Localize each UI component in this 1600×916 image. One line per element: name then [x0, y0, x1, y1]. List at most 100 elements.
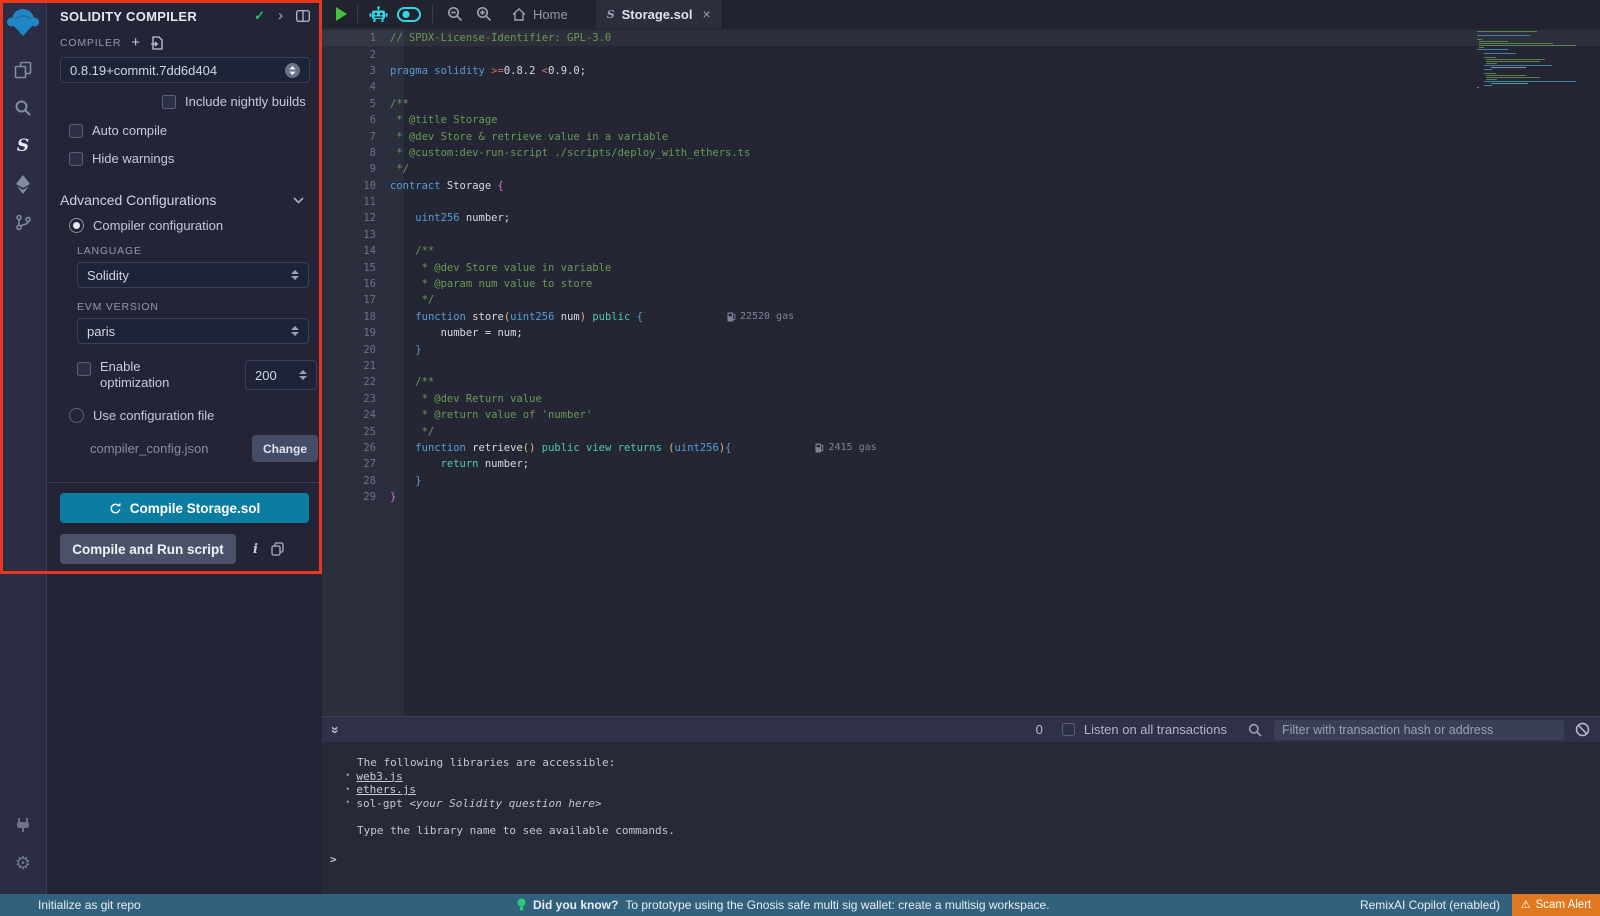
code-line[interactable]: 18 function store(uint256 num) public {2… [322, 309, 1600, 325]
code-line[interactable]: 22 /** [322, 374, 1600, 390]
terminal-line: The following libraries are accessible: [322, 756, 1600, 770]
chevron-right-icon[interactable]: › [278, 10, 283, 22]
main-area: Home S Storage.sol × 1// SPDX-License-Id… [322, 0, 1600, 894]
file-explorer-icon[interactable] [0, 51, 47, 89]
code-line[interactable]: 9 */ [322, 161, 1600, 177]
git-init-button[interactable]: Initialize as git repo [38, 898, 141, 912]
code-line[interactable]: 28 } [322, 473, 1600, 489]
plugin-manager-icon[interactable] [0, 806, 47, 844]
close-tab-icon[interactable]: × [702, 6, 710, 22]
code-line[interactable]: 15 * @dev Store value in variable [322, 259, 1600, 275]
line-number: 21 [322, 360, 376, 372]
code-line[interactable]: 17 */ [322, 292, 1600, 308]
clear-terminal-icon[interactable] [1575, 722, 1590, 737]
code-line[interactable]: 1// SPDX-License-Identifier: GPL-3.0 [322, 30, 1600, 46]
code-line[interactable]: 27 return number; [322, 456, 1600, 472]
code-line[interactable]: 11 [322, 194, 1600, 210]
evm-version-select[interactable]: paris [77, 318, 309, 344]
code-line[interactable]: 16 * @param num value to store [322, 276, 1600, 292]
code-line[interactable]: 8 * @custom:dev-run-script ./scripts/dep… [322, 145, 1600, 161]
search-icon[interactable] [0, 89, 47, 127]
settings-gear-icon[interactable]: ⚙ [0, 844, 47, 882]
terminal-link[interactable]: web3.js [356, 770, 402, 783]
split-view-icon[interactable] [296, 10, 310, 22]
line-number: 7 [322, 131, 376, 143]
code-line[interactable]: 20 } [322, 341, 1600, 357]
code-line[interactable]: 24 * @return value of 'number' [322, 407, 1600, 423]
include-nightly-checkbox[interactable] [162, 95, 176, 109]
collapse-terminal-icon[interactable]: » [328, 726, 344, 734]
lightbulb-icon [517, 898, 526, 912]
terminal-search-icon[interactable] [1248, 723, 1262, 737]
remix-logo[interactable] [6, 7, 40, 39]
add-compiler-icon[interactable]: + [131, 37, 140, 49]
code-line[interactable]: 14 /** [322, 243, 1600, 259]
line-number: 16 [322, 278, 376, 290]
line-number: 27 [322, 458, 376, 470]
load-compiler-file-icon[interactable] [150, 36, 163, 50]
code-line[interactable]: 7 * @dev Store & retrieve value in a var… [322, 128, 1600, 144]
number-stepper-icon [299, 370, 307, 380]
zoom-out-icon[interactable] [447, 6, 463, 22]
line-number: 24 [322, 409, 376, 421]
compile-and-run-button[interactable]: Compile and Run script [60, 534, 236, 564]
line-number: 13 [322, 229, 376, 241]
optimization-runs-input[interactable]: 200 [245, 360, 317, 390]
code-line[interactable]: 2 [322, 46, 1600, 62]
hide-warnings-row: Hide warnings [69, 151, 310, 166]
listen-transactions-checkbox[interactable] [1062, 723, 1075, 736]
line-number: 3 [322, 65, 376, 77]
code-line[interactable]: 25 */ [322, 423, 1600, 439]
change-config-button[interactable]: Change [252, 435, 318, 462]
scam-alert-badge[interactable]: ⚠ Scam Alert [1512, 894, 1600, 916]
code-line[interactable]: 21 [322, 358, 1600, 374]
zoom-in-icon[interactable] [476, 6, 492, 22]
line-number: 11 [322, 196, 376, 208]
code-line[interactable]: 26 function retrieve() public view retur… [322, 440, 1600, 456]
advanced-configurations-header[interactable]: Advanced Configurations [60, 192, 310, 208]
copilot-status[interactable]: RemixAI Copilot (enabled) [1360, 898, 1500, 912]
home-button[interactable]: Home [512, 7, 568, 22]
use-configuration-file-radio-row: Use configuration file [69, 408, 310, 423]
solidity-compiler-icon[interactable]: S [0, 127, 47, 165]
code-line[interactable]: 12 uint256 number; [322, 210, 1600, 226]
info-icon[interactable]: i [253, 542, 258, 557]
terminal-line: Type the library name to see available c… [322, 824, 1600, 838]
copy-icon[interactable] [271, 542, 284, 556]
code-line[interactable]: 5/** [322, 96, 1600, 112]
transaction-filter-input[interactable] [1274, 720, 1564, 740]
language-select[interactable]: Solidity [77, 262, 309, 288]
code-line[interactable]: 19 number = num; [322, 325, 1600, 341]
config-file-row: compiler_config.json Change [90, 435, 318, 462]
code-line[interactable]: 29} [322, 489, 1600, 505]
auto-compile-row: Auto compile [69, 123, 310, 138]
ai-copilot-toggle[interactable] [397, 7, 421, 22]
tab-storage-sol[interactable]: S Storage.sol × [596, 0, 723, 28]
auto-compile-checkbox[interactable] [69, 124, 83, 138]
code-line[interactable]: 10contract Storage { [322, 178, 1600, 194]
code-line[interactable]: 6 * @title Storage [322, 112, 1600, 128]
compiler-version-select[interactable]: 0.8.19+commit.7dd6d404 [60, 57, 310, 83]
enable-optimization-checkbox[interactable] [77, 362, 91, 376]
ai-copilot-robot-icon[interactable] [369, 6, 388, 23]
use-configuration-file-radio[interactable] [69, 408, 84, 423]
terminal-line: •web3.js [322, 770, 1600, 784]
compiler-configuration-radio-row: Compiler configuration [69, 218, 310, 233]
git-icon[interactable] [0, 203, 47, 241]
code-line[interactable]: 23 * @dev Return value [322, 391, 1600, 407]
line-number: 15 [322, 262, 376, 274]
terminal[interactable]: The following libraries are accessible:•… [322, 742, 1600, 894]
code-line[interactable]: 4 [322, 79, 1600, 95]
terminal-prompt[interactable]: > [322, 853, 1600, 866]
code-editor[interactable]: 1// SPDX-License-Identifier: GPL-3.023pr… [322, 28, 1600, 716]
code-line[interactable]: 3pragma solidity >=0.8.2 <0.9.0; [322, 63, 1600, 79]
run-script-play-button[interactable] [336, 7, 347, 21]
compile-button[interactable]: Compile Storage.sol [60, 493, 309, 523]
compiler-configuration-radio[interactable] [69, 218, 84, 233]
editor-minimap[interactable] [1477, 31, 1588, 89]
hide-warnings-checkbox[interactable] [69, 152, 83, 166]
terminal-link[interactable]: ethers.js [356, 783, 416, 796]
code-line[interactable]: 13 [322, 227, 1600, 243]
code-lines: 1// SPDX-License-Identifier: GPL-3.023pr… [322, 30, 1600, 505]
deploy-run-icon[interactable] [0, 165, 47, 203]
